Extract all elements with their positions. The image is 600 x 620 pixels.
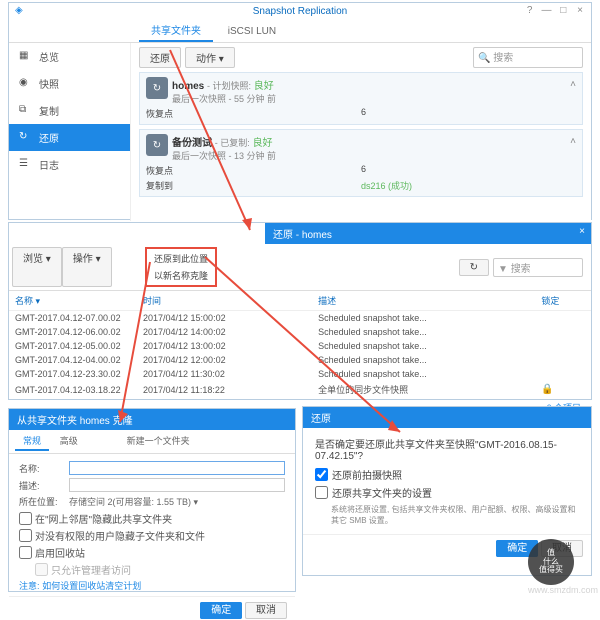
cancel-button[interactable]: 取消 — [245, 602, 287, 619]
action-button[interactable]: 动作 ▾ — [185, 47, 235, 68]
chk-snapshot-before[interactable]: 还原前拍摄快照 — [315, 467, 579, 482]
watermark-logo: 值什么值得买 — [528, 539, 574, 585]
dialog-title: 从共享文件夹 homes 克隆 — [9, 409, 295, 430]
restore-button[interactable]: 还原 — [139, 47, 181, 68]
collapse-icon[interactable]: ˄ — [570, 79, 576, 90]
table-row[interactable]: GMT-2017.04.12-06.00.022017/04/12 14:00:… — [9, 325, 591, 339]
lock-icon: 🔒 — [541, 384, 553, 395]
panel-toolbar: 浏览 ▾ 操作 ▾ 还原到此位置 以新名称克隆 ↻ ▼ 搜索 — [9, 244, 591, 291]
panel-title: 还原 - homes × — [265, 223, 591, 244]
sidebar-restore[interactable]: ↻还原 — [9, 124, 130, 151]
table-row[interactable]: GMT-2017.04.12-05.00.022017/04/12 13:00:… — [9, 339, 591, 353]
table-row[interactable]: GMT-2017.04.12-03.18.222017/04/12 11:18:… — [9, 381, 591, 398]
menu-clone-new[interactable]: 以新名称克隆 — [148, 267, 214, 284]
table-row[interactable]: GMT-2017.04.12-04.00.022017/04/12 12:00:… — [9, 353, 591, 367]
maximize-icon[interactable]: □ — [556, 5, 570, 16]
recycle-link[interactable]: 如何设置回收站清空计划 — [42, 581, 141, 591]
sidebar: ▦总览 ◉快照 ⧉复制 ↻还原 ☰日志 — [9, 43, 131, 221]
col-time[interactable]: 时间 — [137, 291, 312, 311]
sidebar-replicate[interactable]: ⧉复制 — [9, 97, 130, 124]
snapshot-list-panel: 还原 - homes × 浏览 ▾ 操作 ▾ 还原到此位置 以新名称克隆 ↻ ▼… — [8, 222, 592, 400]
sidebar-log[interactable]: ☰日志 — [9, 151, 130, 178]
name-input[interactable] — [69, 461, 285, 475]
tab-iscsi[interactable]: iSCSI LUN — [216, 23, 288, 40]
folder-card-backup[interactable]: ↻ 备份测试 - 已复制: 良好 最后一次快照 - 13 分钟 前 恢复点6 复… — [139, 129, 583, 197]
col-name[interactable]: 名称 ▾ — [9, 291, 137, 311]
close-icon[interactable]: × — [579, 226, 585, 237]
dialog-footer: 确定 取消 — [9, 596, 295, 620]
restore-icon: ↻ — [146, 134, 168, 156]
app-icon: ◈ — [15, 5, 23, 16]
tab-shared-folder[interactable]: 共享文件夹 — [139, 19, 213, 42]
log-icon: ☰ — [19, 158, 33, 172]
dialog-body: 名称: 描述: 所在位置:存储空间 2(可用容量: 1.55 TB) ▾ 在"网… — [9, 454, 295, 596]
action-button[interactable]: 操作 ▾ — [62, 247, 112, 287]
tab-general[interactable]: 常规 — [15, 432, 49, 451]
dialog-body: 是否确定要还原此共享文件夹至快照"GMT-2016.08.15-07.42.15… — [303, 428, 591, 534]
table-row[interactable]: GMT-2017.04.12-07.00.022017/04/12 15:00:… — [9, 311, 591, 326]
chk-recycle[interactable]: 启用回收站 — [19, 545, 285, 560]
search-input[interactable]: 🔍 搜索 — [473, 47, 583, 68]
camera-icon: ◉ — [19, 77, 33, 91]
copy-icon: ⧉ — [19, 104, 33, 118]
browse-button[interactable]: 浏览 ▾ — [12, 247, 62, 287]
collapse-icon[interactable]: ˄ — [570, 136, 576, 147]
content-area: 还原 动作 ▾ 🔍 搜索 ↻ homes - 计划快照: 良好 最后一次快照 -… — [131, 43, 591, 221]
dialog-tabs: 常规 高级 新建一个文件夹 — [9, 430, 295, 454]
clone-dialog: 从共享文件夹 homes 克隆 常规 高级 新建一个文件夹 名称: 描述: 所在… — [8, 408, 296, 592]
col-lock[interactable]: 锁定 — [535, 291, 591, 311]
top-tabs: 共享文件夹 iSCSI LUN — [9, 19, 591, 43]
app-title: Snapshot Replication — [253, 6, 348, 17]
refresh-button[interactable]: ↻ — [459, 259, 489, 276]
menu-restore-here[interactable]: 还原到此位置 — [148, 250, 214, 267]
tab-advanced[interactable]: 高级 — [52, 432, 86, 449]
minimize-icon[interactable]: — — [539, 5, 553, 16]
restore-icon: ↻ — [19, 131, 33, 145]
chk-restore-settings[interactable]: 还原共享文件夹的设置 — [315, 485, 579, 500]
main-window: ◈ Snapshot Replication ? — □ × 共享文件夹 iSC… — [8, 2, 592, 220]
chk-hide-network[interactable]: 在"网上邻居"隐藏此共享文件夹 — [19, 511, 285, 526]
desc-input[interactable] — [69, 478, 285, 492]
filter-input[interactable]: ▼ 搜索 — [493, 258, 583, 277]
snapshot-table: 名称 ▾ 时间 描述 锁定 GMT-2017.04.12-07.00.02201… — [9, 291, 591, 398]
window-controls: ? — □ × — [523, 5, 587, 16]
location-select[interactable]: 存储空间 2(可用容量: 1.55 TB) ▾ — [69, 495, 285, 508]
col-desc[interactable]: 描述 — [312, 291, 535, 311]
ok-button[interactable]: 确定 — [200, 602, 242, 619]
close-icon[interactable]: × — [573, 5, 587, 16]
dialog-title: 还原 — [303, 407, 591, 428]
overview-icon: ▦ — [19, 50, 33, 64]
titlebar: ◈ Snapshot Replication ? — □ × — [9, 3, 591, 19]
folder-card-homes[interactable]: ↻ homes - 计划快照: 良好 最后一次快照 - 55 分钟 前 恢复点6… — [139, 72, 583, 125]
content-toolbar: 还原 动作 ▾ 🔍 搜索 — [139, 47, 583, 68]
table-row[interactable]: GMT-2017.04.12-23.30.022017/04/12 11:30:… — [9, 367, 591, 381]
help-icon[interactable]: ? — [523, 5, 537, 16]
sidebar-overview[interactable]: ▦总览 — [9, 43, 130, 70]
watermark: 值什么值得买 www.smzdm.com — [528, 539, 598, 595]
sidebar-snapshot[interactable]: ◉快照 — [9, 70, 130, 97]
hint-text: 新建一个文件夹 — [119, 432, 198, 449]
chk-hide-sub[interactable]: 对没有权限的用户隐藏子文件夹和文件 — [19, 528, 285, 543]
restore-icon: ↻ — [146, 77, 168, 99]
chk-admin-only[interactable]: 只允许管理者访问 — [35, 562, 285, 577]
dropdown-menu: 还原到此位置 以新名称克隆 — [145, 247, 217, 287]
